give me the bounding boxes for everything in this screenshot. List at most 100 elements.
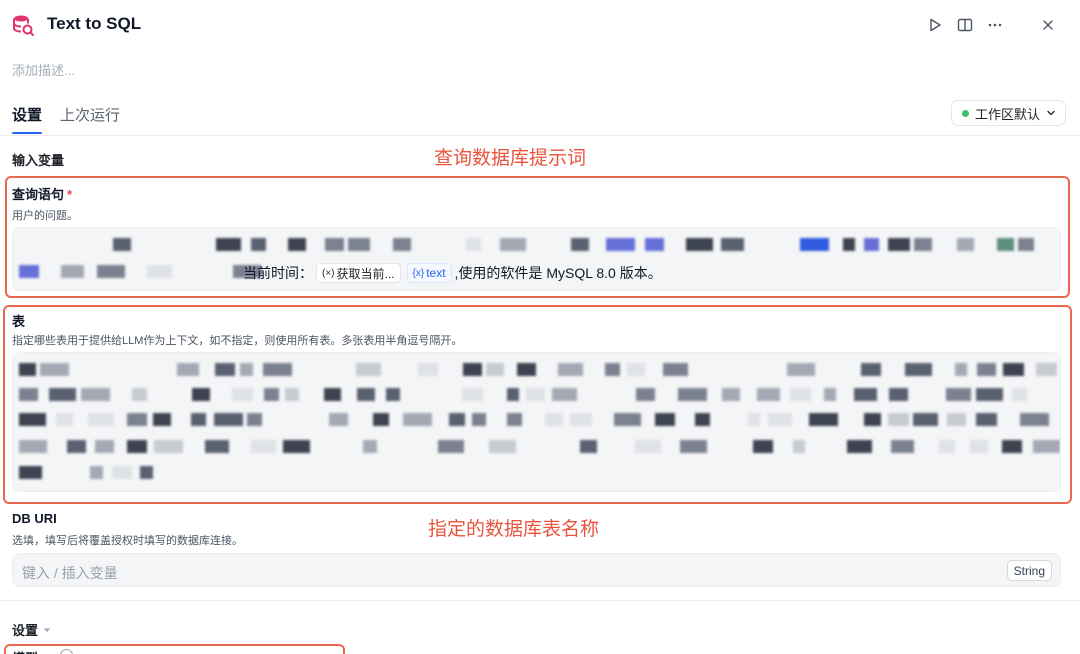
tab-last-run[interactable]: 上次运行 — [60, 104, 120, 125]
redaction-block — [571, 238, 589, 251]
redaction-block — [580, 440, 597, 453]
redaction-block — [552, 388, 577, 401]
redaction-block — [636, 388, 655, 401]
redaction-block — [997, 238, 1014, 251]
redaction-block — [147, 265, 172, 278]
variable-chip-current-time[interactable]: (×) 获取当前... — [316, 263, 401, 283]
redaction-block — [914, 238, 932, 251]
redaction-block — [140, 466, 153, 479]
redaction-block — [449, 413, 465, 426]
close-button[interactable] — [1037, 14, 1059, 36]
redaction-block — [680, 440, 707, 453]
redaction-block — [861, 363, 881, 376]
redaction-block — [627, 363, 645, 376]
redaction-block — [800, 238, 829, 251]
required-mark: * — [67, 187, 73, 202]
redaction-block — [288, 238, 306, 251]
redaction-block — [61, 265, 84, 278]
workspace-select[interactable]: 工作区默认 — [950, 100, 1066, 126]
redaction-block — [251, 238, 266, 251]
redaction-block — [1002, 440, 1022, 453]
query-field-help: 用户的问题。 — [12, 210, 78, 222]
redaction-block — [891, 440, 914, 453]
redaction-block — [205, 440, 229, 453]
redaction-block — [864, 413, 881, 426]
query-visible-text: 当前时间： (×) 获取当前... {x} text ,使用的软件是 MySQL 8… — [243, 263, 662, 283]
variable-chip-text[interactable]: {x} text — [406, 263, 452, 283]
redaction-block — [418, 363, 438, 376]
redaction-block — [824, 388, 836, 401]
redaction-block — [373, 413, 389, 426]
redaction-block — [946, 388, 971, 401]
redaction-block — [663, 363, 688, 376]
redaction-block — [325, 238, 344, 251]
caret-down-icon — [44, 628, 51, 632]
query-text-prefix: 当前时间： — [243, 265, 313, 281]
redaction-block — [864, 238, 879, 251]
redacted-content — [13, 353, 1060, 491]
more-button[interactable] — [984, 14, 1006, 36]
more-horizontal-icon — [988, 23, 1002, 27]
redaction-block — [472, 413, 486, 426]
redaction-block — [507, 413, 522, 426]
redaction-block — [177, 363, 199, 376]
redaction-block — [905, 363, 932, 376]
redaction-block — [215, 363, 235, 376]
redaction-block — [947, 413, 966, 426]
redaction-block — [570, 413, 592, 426]
redaction-block — [500, 238, 526, 251]
redaction-block — [113, 238, 131, 251]
redaction-block — [486, 363, 504, 376]
redaction-block — [695, 413, 710, 426]
annotation-query-prompt: 查询数据库提示词 — [434, 148, 587, 169]
redaction-block — [232, 388, 253, 401]
table-input[interactable] — [12, 352, 1061, 492]
query-text-suffix: ,使用的软件是 MySQL 8.0 版本。 — [454, 265, 662, 281]
redaction-block — [888, 238, 910, 251]
redaction-block — [854, 388, 877, 401]
redaction-block — [49, 388, 76, 401]
redaction-block — [127, 440, 147, 453]
redaction-block — [19, 388, 38, 401]
redaction-block — [357, 388, 375, 401]
redaction-block — [403, 413, 432, 426]
settings-section-toggle[interactable]: 设置 — [12, 620, 51, 639]
tab-settings[interactable]: 设置 — [12, 104, 42, 125]
redaction-block — [348, 238, 370, 251]
redaction-block — [19, 440, 47, 453]
redaction-block — [888, 413, 909, 426]
docs-button[interactable] — [954, 14, 976, 36]
redaction-block — [88, 413, 114, 426]
play-icon — [930, 18, 941, 32]
function-icon: (×) — [322, 267, 335, 279]
redaction-block — [976, 388, 1003, 401]
redaction-block — [1018, 238, 1034, 251]
redaction-block — [263, 363, 292, 376]
type-badge: String — [1006, 560, 1052, 581]
redaction-block — [19, 265, 39, 278]
close-icon — [1043, 20, 1053, 30]
redaction-block — [558, 363, 583, 376]
redaction-block — [56, 413, 73, 426]
redaction-block — [757, 388, 780, 401]
settings-section-label: 设置 — [12, 623, 39, 638]
table-field-label: 表 — [12, 314, 26, 329]
db-uri-input[interactable]: 键入 / 插入变量 String — [12, 553, 1061, 587]
active-tab-indicator — [12, 132, 42, 134]
redaction-block — [463, 363, 482, 376]
run-button[interactable] — [924, 14, 946, 36]
redaction-block — [655, 413, 675, 426]
redaction-block — [748, 413, 760, 426]
redaction-block — [955, 363, 967, 376]
redaction-block — [787, 363, 815, 376]
redaction-block — [324, 388, 341, 401]
section-input-vars: 输入变量 — [12, 153, 65, 168]
redaction-block — [264, 388, 279, 401]
redaction-block — [635, 440, 661, 453]
redaction-block — [721, 238, 744, 251]
redaction-block — [847, 440, 872, 453]
redaction-block — [40, 363, 69, 376]
description-input[interactable]: 添加描述... — [12, 60, 75, 79]
redaction-block — [545, 413, 563, 426]
redaction-block — [363, 440, 377, 453]
